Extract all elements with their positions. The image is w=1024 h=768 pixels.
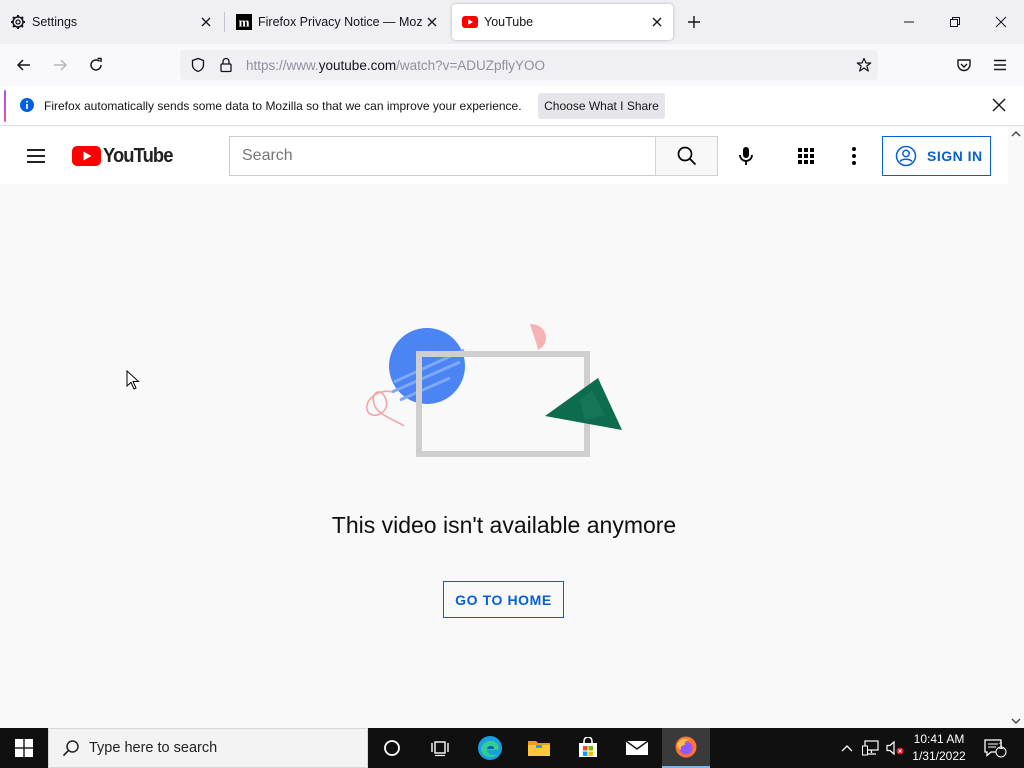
microsoft-store-icon[interactable] [564,728,612,768]
go-to-home-button[interactable]: GO TO HOME [443,581,564,618]
start-button[interactable] [0,728,48,768]
search-icon [62,740,79,757]
youtube-header: YouTube Search SIGN IN [0,127,1008,184]
close-icon[interactable] [422,12,442,32]
tab-settings[interactable]: Settings [0,4,222,40]
scroll-down-arrow-icon[interactable] [1010,716,1022,726]
tab-strip: Settings m Firefox Privacy Notice — Mozi… [0,0,1024,44]
hamburger-menu-icon[interactable] [24,144,48,168]
youtube-logo-text: YouTube [103,144,173,167]
tab-separator [224,12,225,32]
close-window-button[interactable] [978,0,1024,44]
close-icon[interactable] [992,98,1008,114]
url-path: /watch?v=ADUZpflyYOO [396,57,545,73]
shield-icon[interactable] [190,57,206,73]
tab-title: Settings [32,15,78,29]
youtube-icon [462,14,478,30]
firefox-taskbar-icon[interactable] [662,728,710,768]
url-text[interactable]: https://www.youtube.com/watch?v=ADUZpfly… [246,58,545,73]
tab-title: YouTube [484,15,534,29]
taskbar-search-placeholder: Type here to search [89,740,218,756]
new-tab-button[interactable] [684,12,704,32]
tab-youtube[interactable]: YouTube [452,4,673,40]
more-vertical-icon[interactable] [842,144,866,168]
network-icon[interactable] [860,728,882,768]
error-message: This video isn't available anymore [331,512,677,538]
show-hidden-icons-chevron-icon[interactable] [838,728,856,768]
data-notification-bar: Firefox automatically sends some data to… [0,86,1024,126]
url-domain: youtube.com [318,57,397,73]
unavailable-video-illustration [366,324,622,457]
tab-title: Firefox Privacy Notice — Mozilla [258,15,422,29]
sign-in-button[interactable]: SIGN IN [882,136,991,176]
info-icon [20,98,34,112]
sign-in-label: SIGN IN [927,148,983,164]
minimize-button[interactable] [886,0,932,44]
choose-what-i-share-button[interactable]: Choose What I Share [538,93,665,119]
forward-button[interactable] [47,52,73,78]
notification-message: Firefox automatically sends some data to… [44,99,522,113]
apps-grid-icon[interactable] [794,144,818,168]
system-clock[interactable]: 10:41 AM 1/31/2022 [900,731,978,765]
search-button[interactable] [655,136,718,176]
bookmark-star-icon[interactable] [856,57,872,73]
windows-taskbar: Type here to search 10:41 AM 1/31/2022 1 [0,728,1024,768]
close-icon[interactable] [196,12,216,32]
search-icon [677,146,696,166]
action-center-button[interactable]: 1 [980,728,1010,768]
notification-count-badge: 1 [998,741,1004,752]
search-input[interactable]: Search [229,136,655,176]
mozilla-m-icon: m [236,14,252,30]
windows-logo-icon [15,739,33,757]
youtube-logo[interactable]: YouTube [72,144,179,168]
lock-icon[interactable] [218,57,234,73]
vertical-scrollbar[interactable] [1008,127,1024,728]
taskbar-search-box[interactable]: Type here to search [48,728,368,768]
edge-browser-icon[interactable] [466,728,514,768]
reload-button[interactable] [83,52,109,78]
gear-icon [10,14,26,30]
mail-icon[interactable] [613,728,661,768]
restore-button[interactable] [932,0,978,44]
mouse-cursor-icon [126,370,140,390]
clock-time: 10:41 AM [913,732,965,746]
tab-privacy-notice[interactable]: m Firefox Privacy Notice — Mozilla [226,4,448,40]
file-explorer-icon[interactable] [515,728,563,768]
microphone-icon[interactable] [734,144,758,168]
navigation-toolbar: https://www.youtube.com/watch?v=ADUZpfly… [0,44,1024,86]
close-icon[interactable] [647,12,667,32]
cortana-icon[interactable] [368,728,416,768]
url-bar[interactable]: https://www.youtube.com/watch?v=ADUZpfly… [180,50,878,80]
back-button[interactable] [11,52,37,78]
scroll-up-arrow-icon[interactable] [1010,129,1022,139]
youtube-play-icon [72,146,101,166]
clock-date: 1/31/2022 [912,749,966,763]
task-view-icon[interactable] [416,728,464,768]
account-circle-icon [895,145,917,167]
notification-accent [4,90,6,122]
app-menu-icon[interactable] [987,52,1013,78]
url-prefix: https://www. [246,57,319,73]
svg-text:m: m [239,15,250,30]
youtube-main-content: This video isn't available anymore GO TO… [0,184,1008,728]
pocket-icon[interactable] [951,52,977,78]
